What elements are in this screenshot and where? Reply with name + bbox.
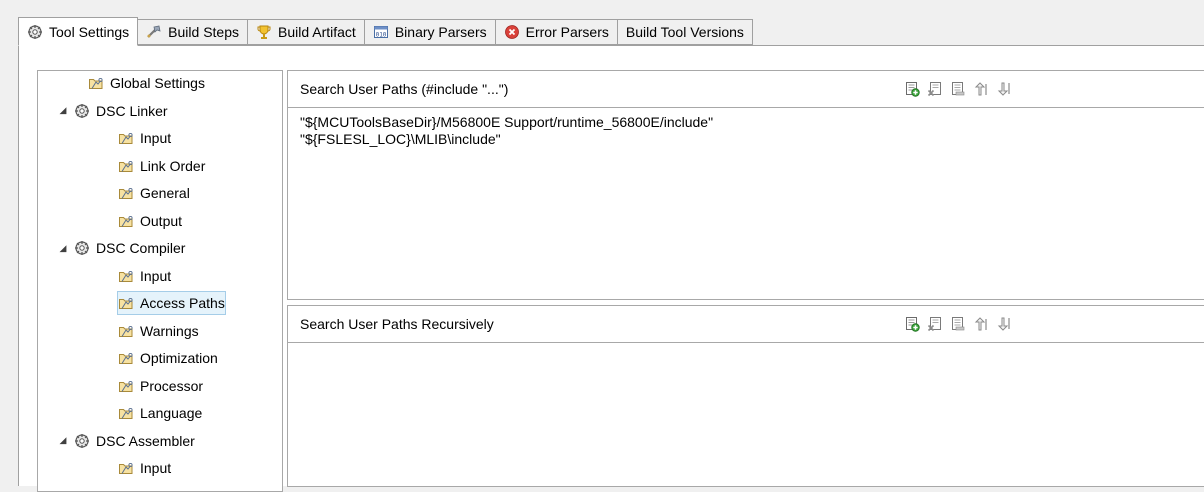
build-artifact-icon (256, 24, 272, 40)
settings-folder-icon (118, 460, 136, 476)
edit-icon[interactable] (950, 81, 966, 97)
error-parsers-icon (504, 24, 520, 40)
tool-settings-icon (27, 24, 43, 40)
tree-item-label: Access Paths (140, 295, 225, 311)
settings-folder-icon (118, 185, 136, 201)
tree-item-dsc-linker[interactable]: ◢ DSC Linker (58, 100, 168, 122)
user-paths-pane: Search User Paths (#include "...") "${MC… (287, 70, 1204, 300)
move-up-icon[interactable] (973, 316, 989, 332)
expand-arrow-icon[interactable]: ◢ (58, 435, 68, 446)
user-paths-list[interactable]: "${MCUToolsBaseDir}/M56800E Support/runt… (288, 108, 1204, 148)
tree-item-label: DSC Linker (96, 102, 168, 119)
move-up-icon[interactable] (973, 81, 989, 97)
list-item[interactable]: "${FSLESL_LOC}\MLIB\include" (300, 131, 1204, 148)
tree-item-language[interactable]: Language (118, 402, 202, 424)
tree-item-label: General (140, 185, 190, 201)
tree-item-label: Global Settings (110, 75, 205, 91)
expand-arrow-icon[interactable]: ◢ (58, 105, 68, 116)
tab-error-parsers[interactable]: Error Parsers (495, 19, 618, 45)
tree-item-label: Input (140, 267, 172, 284)
tree-item-label: Input (140, 130, 172, 146)
tab-label: Tool Settings (49, 23, 130, 40)
move-down-icon[interactable] (996, 316, 1012, 332)
tree-item-label: Warnings (140, 322, 199, 339)
user-paths-toolbar (904, 81, 1012, 97)
tool-icon (74, 103, 92, 119)
tool-icon (74, 433, 92, 449)
settings-folder-icon (118, 268, 136, 284)
tab-build-tool-versions[interactable]: Build Tool Versions (617, 19, 753, 45)
add-icon[interactable] (904, 81, 920, 97)
tab-binary-parsers[interactable]: 010 Binary Parsers (364, 19, 496, 45)
tree-item-warnings[interactable]: Warnings (118, 320, 199, 342)
tree-item-label: Language (140, 405, 203, 421)
expand-arrow-icon[interactable]: ◢ (58, 243, 68, 254)
settings-folder-icon (118, 295, 136, 311)
tree-item-label: Output (140, 212, 183, 229)
recursive-paths-list[interactable] (288, 343, 1204, 349)
binary-parsers-icon: 010 (373, 24, 389, 40)
settings-folder-icon (118, 130, 136, 146)
tree-item-input[interactable]: Input (118, 127, 171, 149)
tree-item-input[interactable]: Input (118, 265, 171, 287)
settings-folder-icon (118, 323, 136, 339)
settings-folder-icon (118, 350, 136, 366)
list-item[interactable]: "${MCUToolsBaseDir}/M56800E Support/runt… (300, 114, 1204, 131)
settings-folder-icon (118, 378, 136, 394)
tree-item-label: Link Order (140, 157, 206, 174)
recursive-paths-title: Search User Paths Recursively (300, 316, 494, 332)
delete-icon[interactable] (927, 316, 943, 332)
tool-settings-page: Global Settings ◢ DSC Linker Input Link Orde… (18, 45, 1204, 492)
tree-item-global-settings[interactable]: Global Settings (88, 72, 205, 94)
tree-item-processor[interactable]: Processor (118, 375, 203, 397)
tree-item-label: Processor (140, 377, 204, 394)
tab-build-artifact[interactable]: Build Artifact (248, 19, 365, 45)
recursive-paths-toolbar (904, 316, 1012, 332)
tree-item-access-paths[interactable]: Access Paths (117, 291, 226, 315)
tree-item-label: DSC Compiler (96, 240, 186, 256)
settings-folder-icon (88, 75, 106, 91)
tree-item-link-order[interactable]: Link Order (118, 155, 205, 177)
tree-item-dsc-assembler[interactable]: ◢ DSC Assembler (58, 430, 195, 452)
move-down-icon[interactable] (996, 81, 1012, 97)
user-paths-title: Search User Paths (#include "...") (300, 81, 509, 97)
tab-build-steps[interactable]: Build Steps (138, 19, 248, 45)
tab-label: Build Tool Versions (625, 24, 744, 40)
tree-item-label: Optimization (140, 350, 218, 366)
tab-label: Build Steps (168, 24, 239, 40)
tree-item-output[interactable]: Output (118, 210, 182, 232)
tool-icon (74, 240, 92, 256)
user-paths-header: Search User Paths (#include "...") (288, 71, 1204, 108)
tab-tool-settings[interactable]: Tool Settings (18, 17, 139, 46)
edit-icon[interactable] (950, 316, 966, 332)
settings-folder-icon (118, 213, 136, 229)
recursive-paths-header: Search User Paths Recursively (288, 306, 1204, 343)
recursive-paths-pane: Search User Paths Recursively (287, 305, 1204, 487)
settings-folder-icon (118, 405, 136, 421)
tab-label: Binary Parsers (394, 24, 487, 40)
tree-item-general[interactable]: General (118, 182, 190, 204)
svg-text:010: 010 (375, 32, 386, 39)
tab-bar: Tool Settings Build Steps Build Artifact… (18, 17, 753, 46)
build-steps-icon (146, 24, 162, 40)
tree-item-label: DSC Assembler (96, 432, 195, 449)
delete-icon[interactable] (927, 81, 943, 97)
tree-item-dsc-compiler[interactable]: ◢ DSC Compiler (58, 237, 186, 259)
tree-item-label: Input (140, 460, 172, 476)
tool-settings-tree: Global Settings ◢ DSC Linker Input Link Orde… (37, 70, 283, 492)
settings-folder-icon (118, 158, 136, 174)
tab-label: Error Parsers (525, 24, 609, 40)
tab-label: Build Artifact (278, 24, 356, 40)
add-icon[interactable] (904, 316, 920, 332)
tree-item-optimization[interactable]: Optimization (118, 347, 218, 369)
